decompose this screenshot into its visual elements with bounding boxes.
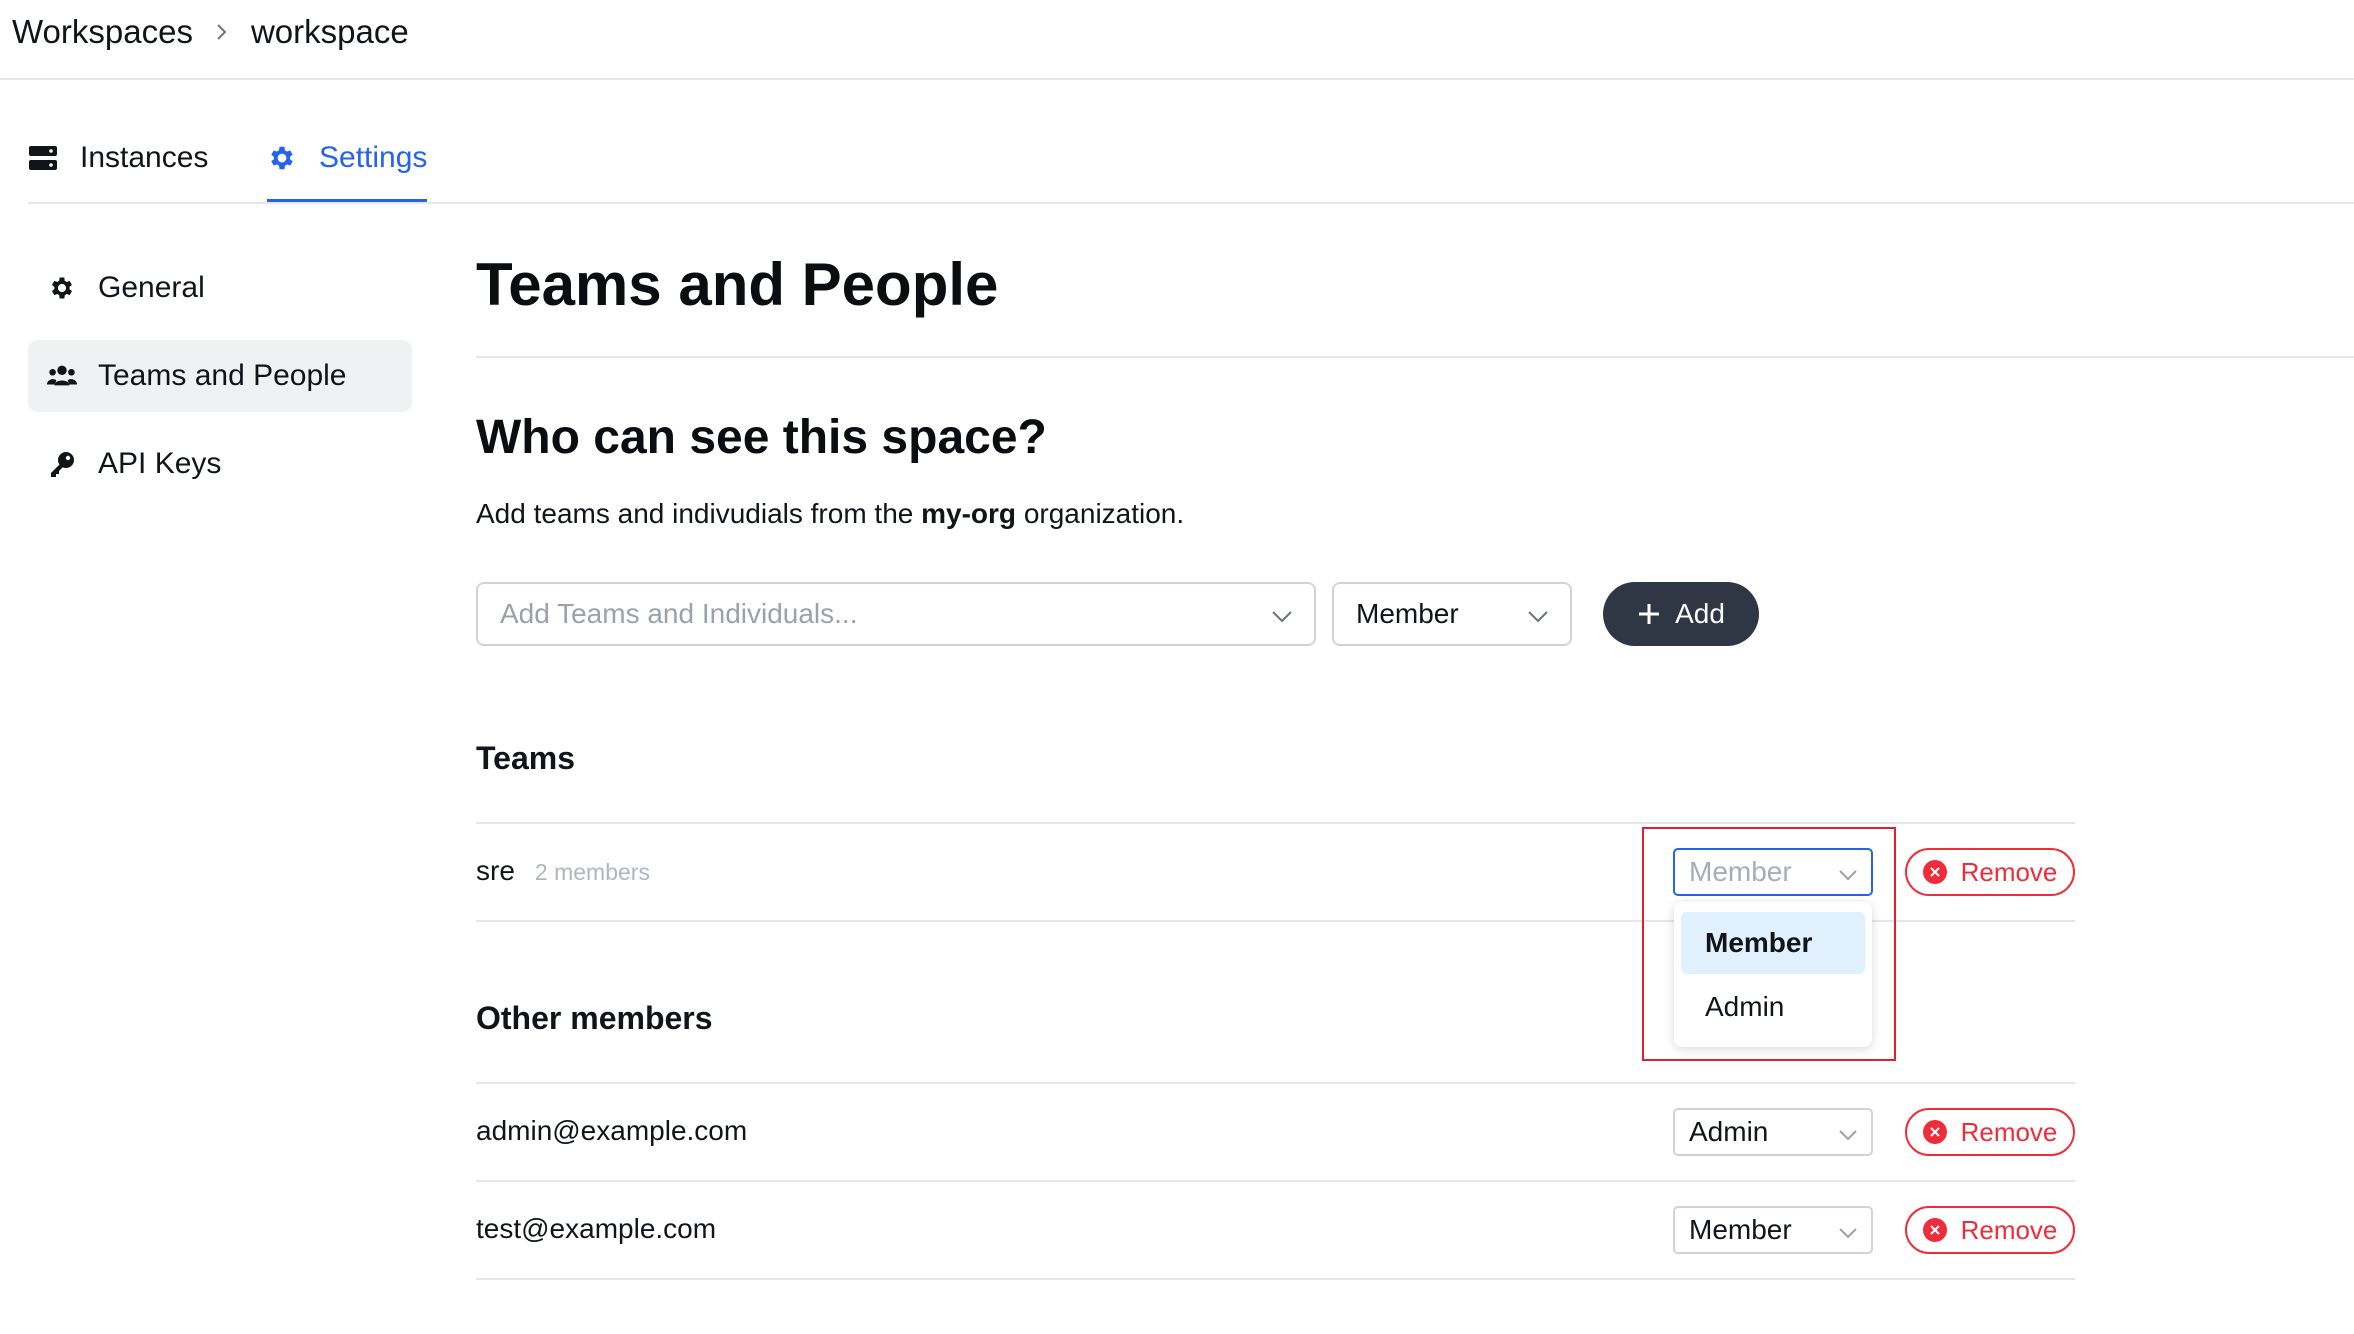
tab-instances-label: Instances — [80, 141, 209, 174]
divider — [476, 822, 2075, 824]
close-circle-icon — [1922, 860, 1947, 884]
remove-member-button[interactable]: Remove — [1905, 1206, 2075, 1254]
add-button-label: Add — [1675, 598, 1725, 629]
chevron-down-icon — [1272, 598, 1292, 630]
tab-settings[interactable]: Settings — [267, 132, 427, 184]
member-row: admin@example.com — [476, 1115, 747, 1147]
role-select[interactable]: Member — [1332, 582, 1572, 646]
gear-icon — [267, 143, 297, 173]
header-divider — [0, 78, 2354, 80]
chevron-down-icon — [1839, 1116, 1857, 1148]
server-icon — [28, 143, 58, 173]
sidebar-item-api-keys[interactable]: API Keys — [28, 428, 412, 500]
remove-label: Remove — [1960, 1214, 2058, 1245]
remove-label: Remove — [1960, 1116, 2058, 1147]
teams-heading: Teams — [476, 740, 576, 776]
sidebar-item-label: API Keys — [98, 447, 222, 480]
member-email: test@example.com — [476, 1213, 717, 1244]
sidebar-item-teams-and-people[interactable]: Teams and People — [28, 340, 412, 412]
sidebar-item-label: Teams and People — [98, 359, 347, 392]
other-members-heading: Other members — [476, 1000, 713, 1036]
close-circle-icon — [1922, 1120, 1947, 1144]
users-icon — [46, 360, 78, 392]
member-role-select[interactable]: Admin — [1673, 1108, 1873, 1156]
breadcrumb-current: workspace — [250, 13, 409, 50]
add-teams-placeholder: Add Teams and Individuals... — [500, 598, 858, 629]
divider — [476, 1278, 2075, 1280]
chevron-down-icon — [1528, 598, 1548, 630]
chevron-right-icon — [215, 22, 229, 42]
key-icon — [46, 448, 78, 480]
sidebar-item-label: General — [98, 271, 205, 304]
divider — [476, 1082, 2075, 1084]
member-role-select[interactable]: Member — [1673, 1206, 1873, 1254]
role-select-value: Member — [1356, 598, 1459, 629]
member-email: admin@example.com — [476, 1115, 748, 1146]
remove-member-button[interactable]: Remove — [1905, 1108, 2075, 1156]
chevron-down-icon — [1839, 1214, 1857, 1246]
gear-icon — [46, 272, 78, 304]
highlight-box — [1642, 827, 1896, 1061]
tab-settings-label: Settings — [319, 141, 428, 174]
page-title: Teams and People — [476, 251, 999, 318]
section-description: Add teams and indivudials from the my-or… — [476, 498, 1185, 529]
add-button[interactable]: Add — [1603, 582, 1759, 646]
remove-label: Remove — [1960, 856, 2058, 887]
org-name: my-org — [921, 498, 1017, 529]
member-row: test@example.com — [476, 1213, 716, 1245]
tab-instances[interactable]: Instances — [28, 132, 208, 184]
breadcrumb-workspaces-link[interactable]: Workspaces — [12, 13, 193, 51]
divider — [476, 1180, 2075, 1182]
tabs-divider — [28, 202, 2354, 204]
sidebar-item-general[interactable]: General — [28, 252, 412, 324]
remove-team-button[interactable]: Remove — [1905, 848, 2075, 896]
team-name: sre — [476, 855, 515, 886]
plus-icon — [1637, 602, 1661, 626]
close-circle-icon — [1922, 1218, 1947, 1242]
title-divider — [476, 356, 2354, 358]
add-teams-select[interactable]: Add Teams and Individuals... — [476, 582, 1316, 646]
member-role-value: Member — [1689, 1214, 1792, 1245]
team-row-sre: sre 2 members — [476, 855, 650, 887]
section-heading: Who can see this space? — [476, 411, 1047, 464]
member-role-value: Admin — [1689, 1116, 1769, 1147]
breadcrumb: Workspaces workspace — [12, 8, 409, 56]
team-member-count: 2 members — [534, 859, 650, 885]
